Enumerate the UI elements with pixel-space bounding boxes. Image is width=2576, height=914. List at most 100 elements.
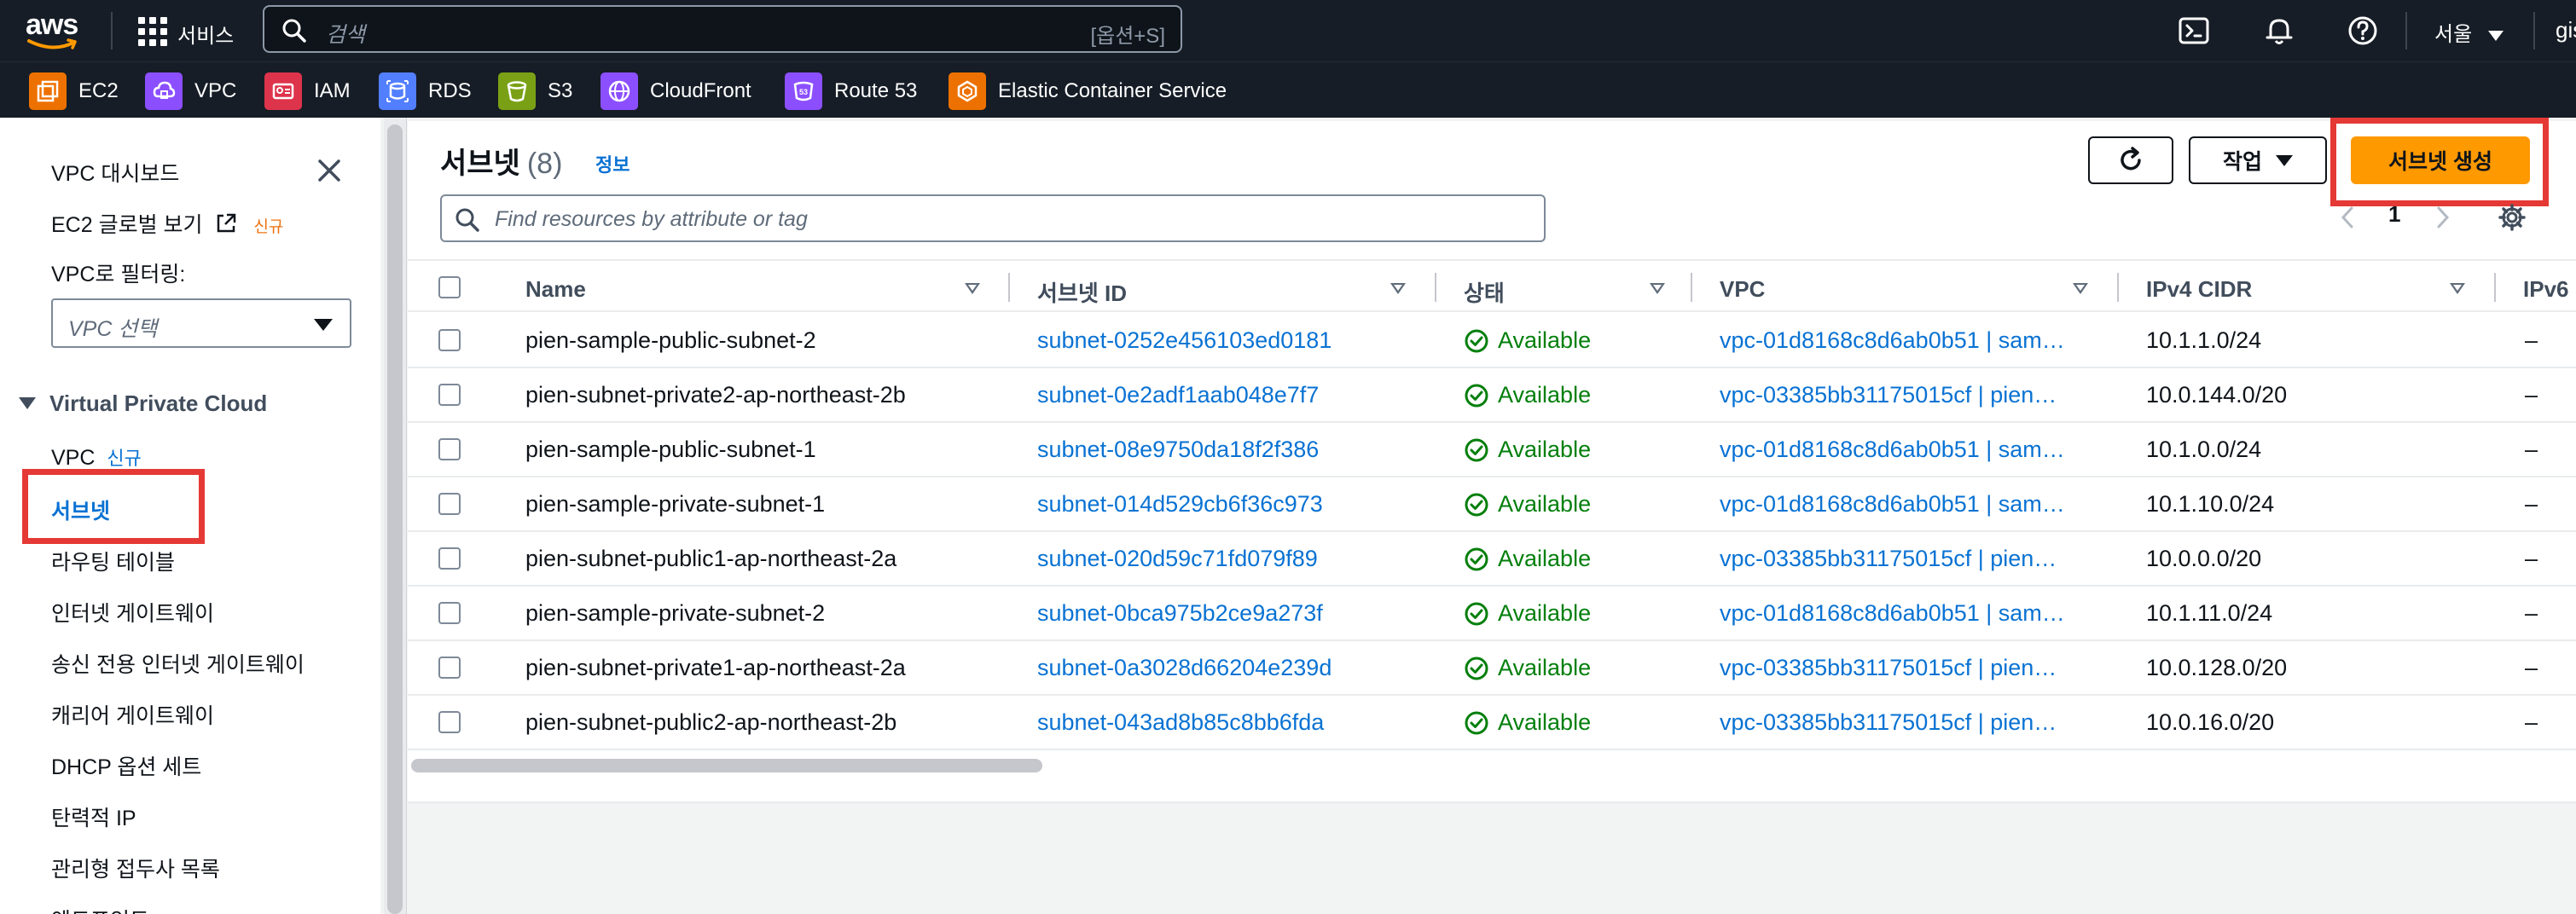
notifications-bell-icon[interactable] [2262,14,2296,48]
table-row[interactable]: pien-subnet-public1-ap-northeast-2a subne… [408,532,2576,587]
column-header-state[interactable]: 상태 [1464,276,1505,308]
vpc-link[interactable]: vpc-03385bb31175015cf | pien… [1720,655,2086,681]
sidebar-item-ec2-global-view[interactable]: EC2 글로벌 보기 신규 [51,208,283,239]
next-page-icon[interactable] [2434,205,2451,230]
previous-page-icon[interactable] [2339,205,2356,230]
select-all-checkbox[interactable] [438,276,461,298]
table-row[interactable]: pien-sample-public-subnet-2 subnet-0252e4… [408,314,2576,368]
table-horizontal-scrollbar[interactable] [411,759,1042,772]
sidebar-scrollbar[interactable] [387,124,403,914]
subnet-id-link[interactable]: subnet-0a3028d66204e239d [1037,655,1332,681]
vpc-link[interactable]: vpc-03385bb31175015cf | pien… [1720,709,2086,736]
table-row[interactable]: pien-subnet-private2-ap-northeast-2b subn… [408,368,2576,423]
sidebar-item-route-tables[interactable]: 라우팅 테이블 [51,546,175,576]
sort-icon[interactable] [2450,283,2465,294]
subnet-id-link[interactable]: subnet-014d529cb6f36c973 [1037,491,1323,518]
search-icon [282,19,306,43]
vpc-link[interactable]: vpc-03385bb31175015cf | pien… [1720,546,2086,572]
status-text: Available [1498,546,1592,571]
table-row[interactable]: pien-sample-private-subnet-2 subnet-0bca9… [408,587,2576,641]
page-title-text: 서브넷 [440,148,520,180]
vpc-link[interactable]: vpc-01d8168c8d6ab0b51 | sam… [1720,437,2086,463]
favorite-cloudfront[interactable]: CloudFront [600,72,751,110]
column-header-name[interactable]: Name [525,276,586,303]
table-row[interactable]: pien-sample-private-subnet-1 subnet-014d5… [408,477,2576,532]
column-resizer[interactable] [1008,273,1010,302]
sort-icon[interactable] [2073,283,2088,294]
row-checkbox[interactable] [438,602,461,624]
sidebar-item-managed-prefix-lists[interactable]: 관리형 접두사 목록 [51,853,220,883]
sort-icon[interactable] [965,283,980,294]
services-menu-button[interactable]: 서비스 [177,19,234,49]
row-checkbox[interactable] [438,657,461,679]
column-header-subnet-id[interactable]: 서브넷 ID [1037,276,1127,308]
subnet-id-link[interactable]: subnet-043ad8b85c8bb6fda [1037,709,1324,736]
row-checkbox[interactable] [438,547,461,570]
vpc-link[interactable]: vpc-01d8168c8d6ab0b51 | sam… [1720,327,2086,354]
sidebar-item-elastic-ips[interactable]: 탄력적 IP [51,801,136,832]
column-resizer[interactable] [1435,273,1436,302]
account-menu[interactable]: gis [2556,17,2576,43]
favorites-bar: EC2 VPC IAM RDS S3 CloudFront 53 Route 5… [0,61,2576,118]
favorite-ecs[interactable]: Elastic Container Service [949,72,1227,110]
column-header-vpc[interactable]: VPC [1720,276,1765,303]
sidebar-item-endpoints[interactable]: 엔드포인트 [51,904,149,914]
row-checkbox[interactable] [438,384,461,406]
subnet-id-link[interactable]: subnet-020d59c71fd079f89 [1037,546,1318,572]
route53-icon: 53 [785,72,822,110]
sidebar-item-vpc-dashboard[interactable]: VPC 대시보드 [51,157,179,188]
aws-smile-icon [27,38,77,49]
column-resizer[interactable] [1691,273,1692,302]
sidebar-item-internet-gateways[interactable]: 인터넷 게이트웨이 [51,597,214,628]
subnet-id-link[interactable]: subnet-0bca975b2ce9a273f [1037,600,1323,627]
favorite-s3[interactable]: S3 [498,72,572,110]
sort-icon[interactable] [1650,283,1665,294]
sidebar-item-carrier-gateways[interactable]: 캐리어 게이트웨이 [51,699,214,730]
row-checkbox[interactable] [438,438,461,460]
subnet-id-link[interactable]: subnet-0e2adf1aab048e7f7 [1037,382,1319,408]
resource-filter-input[interactable]: Find resources by attribute or tag [440,194,1546,242]
section-virtual-private-cloud[interactable]: Virtual Private Cloud [19,390,267,417]
divider [408,801,2576,803]
cloudshell-icon[interactable] [2177,14,2211,48]
actions-dropdown-button[interactable]: 작업 [2189,136,2327,184]
actions-label: 작업 [2222,150,2262,174]
sidebar-item-egress-only-gateways[interactable]: 송신 전용 인터넷 게이트웨이 [51,648,305,679]
favorite-vpc[interactable]: VPC [145,72,236,110]
global-search-input[interactable]: 검색 [옵션+S] [263,5,1182,53]
info-link[interactable]: 정보 [595,150,629,177]
vpc-link[interactable]: vpc-03385bb31175015cf | pien… [1720,382,2086,408]
sidebar-item-dhcp-option-sets[interactable]: DHCP 옵션 세트 [51,750,201,781]
current-page[interactable]: 1 [2388,201,2400,228]
table-row[interactable]: pien-sample-public-subnet-1 subnet-08e975… [408,423,2576,477]
vpc-link[interactable]: vpc-01d8168c8d6ab0b51 | sam… [1720,491,2086,518]
row-checkbox[interactable] [438,493,461,515]
aws-logo[interactable]: aws [26,9,84,53]
sidebar-item-vpc[interactable]: VPC 신규 [51,443,142,471]
vpc-link[interactable]: vpc-01d8168c8d6ab0b51 | sam… [1720,600,2086,627]
column-header-ipv6[interactable]: IPv6 [2523,276,2569,303]
column-resizer[interactable] [2494,273,2496,302]
subnet-id-link[interactable]: subnet-08e9750da18f2f386 [1037,437,1319,463]
help-icon[interactable] [2346,14,2380,48]
row-checkbox[interactable] [438,711,461,733]
row-checkbox[interactable] [438,329,461,351]
column-header-ipv4-cidr[interactable]: IPv4 CIDR [2146,276,2252,303]
favorite-label: CloudFront [650,79,751,102]
vpc-filter-select[interactable]: VPC 선택 [51,298,351,348]
favorite-iam[interactable]: IAM [264,72,351,110]
subnet-id-link[interactable]: subnet-0252e456103ed0181 [1037,327,1332,354]
favorite-rds[interactable]: RDS [379,72,472,110]
region-selector[interactable]: 서울 [2434,17,2503,47]
column-resizer[interactable] [2117,273,2119,302]
close-icon[interactable] [316,157,343,184]
sort-icon[interactable] [1390,283,1406,294]
favorite-route53[interactable]: 53 Route 53 [785,72,917,110]
services-grid-icon[interactable] [138,17,167,46]
ipv6-cidr: – [2525,327,2538,353]
table-row[interactable]: pien-subnet-private1-ap-northeast-2a subn… [408,641,2576,696]
favorite-ec2[interactable]: EC2 [29,72,119,110]
settings-gear-icon[interactable] [2498,203,2527,232]
refresh-button[interactable] [2088,136,2173,184]
table-row[interactable]: pien-subnet-public2-ap-northeast-2b subne… [408,696,2576,750]
